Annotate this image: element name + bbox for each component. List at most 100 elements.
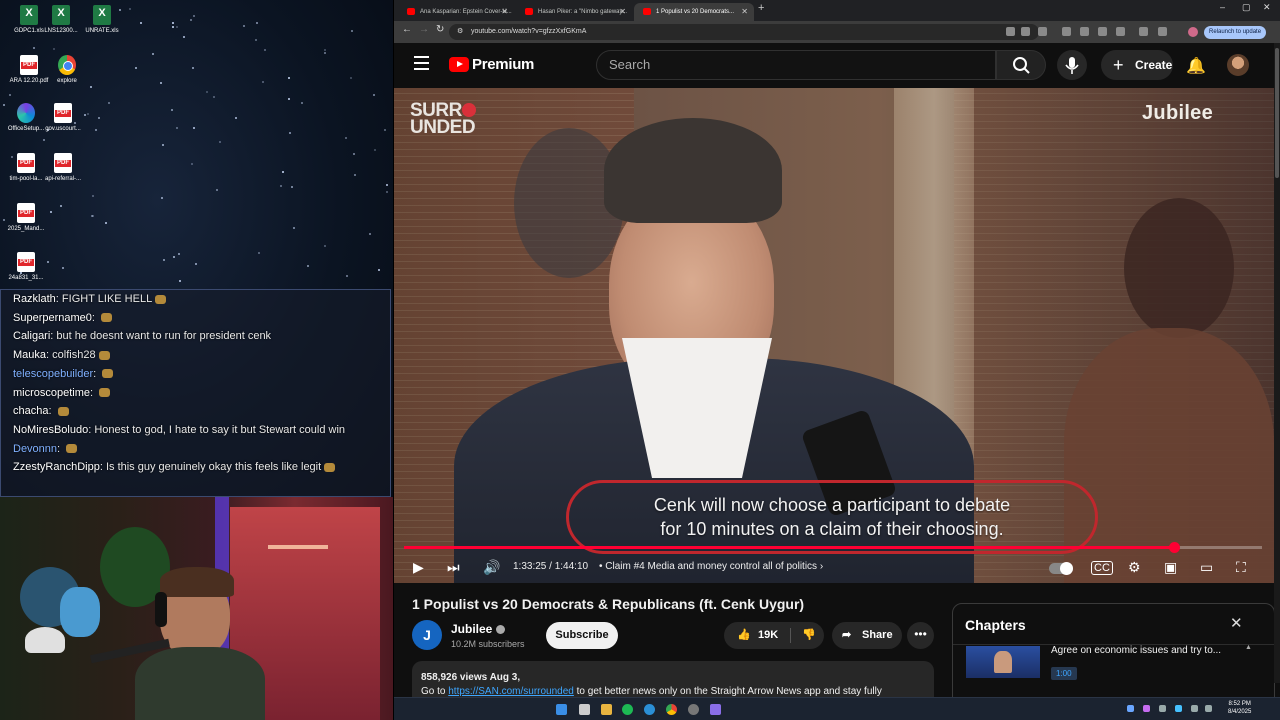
page-scrollbar[interactable] (1274, 43, 1280, 683)
like-thumbs-up-icon[interactable]: 👍 (737, 622, 751, 649)
channel-avatar[interactable]: J (412, 620, 442, 650)
chat-username[interactable]: ZzestyRanchDipp (13, 461, 100, 473)
star-decoration (194, 262, 197, 265)
search-button[interactable] (996, 50, 1046, 80)
desktop-icon-pdf[interactable]: api-referral-... (39, 153, 87, 183)
zoom-icon[interactable] (1021, 27, 1030, 36)
chapter-timestamp[interactable]: 1:00 (1051, 667, 1077, 680)
theater-mode-icon[interactable]: ▭ (1200, 559, 1213, 576)
star-decoration (172, 25, 175, 28)
tab-populist-video[interactable]: 1 Populist vs 20 Democrats... ✕ (634, 3, 754, 21)
youtube-logo-icon[interactable] (449, 57, 469, 72)
desktop-icon-pdf[interactable]: gov.uscourt... (39, 103, 87, 133)
chat-message: Razklath: FIGHT LIKE HELL (13, 293, 167, 305)
search-input[interactable]: Search (596, 50, 996, 80)
extension-icon[interactable] (1080, 27, 1089, 36)
tray-icon[interactable] (1159, 705, 1166, 712)
notifications-bell-icon[interactable]: 🔔 (1186, 56, 1206, 76)
chat-username[interactable]: Mauka (13, 349, 46, 361)
site-info-icon[interactable]: ⚙ (457, 24, 463, 40)
star-decoration (89, 85, 92, 88)
new-tab-icon[interactable]: + (758, 2, 764, 14)
volume-icon[interactable]: 🔊 (483, 559, 500, 576)
back-icon[interactable]: ← (402, 24, 412, 35)
tab-ana-kasparian[interactable]: Ana Kasparian: Epstein Cover-U... ✕ (398, 3, 514, 21)
taskbar-clock[interactable]: 8:52 PM 8/4/2025 (1228, 700, 1251, 716)
tab-hasan-piker[interactable]: Hasan Piker: a "Nimbo gateway... ✕ (516, 3, 632, 21)
settings-gear-icon[interactable]: ⚙ (1128, 559, 1141, 576)
relaunch-button[interactable]: Relaunch to update (1204, 26, 1267, 39)
desktop-icon-pdf[interactable]: 24a831_31... (2, 252, 50, 282)
volume-tray-icon[interactable] (1205, 705, 1212, 712)
voice-search-button[interactable] (1057, 50, 1087, 80)
forward-icon[interactable]: → (419, 24, 429, 35)
chat-username[interactable]: Razklath (13, 293, 56, 305)
miniplayer-icon[interactable]: ▣ (1164, 559, 1177, 576)
more-actions-icon[interactable]: ••• (907, 622, 934, 649)
chat-username[interactable]: chacha (13, 405, 48, 417)
address-bar[interactable]: ⚙ youtube.com/watch?v=gfzzXxfGKmA (449, 24, 1039, 40)
description-link[interactable]: https://SAN.com/surrounded (448, 686, 574, 697)
profile-avatar[interactable] (1188, 27, 1198, 37)
desktop-icon-xls[interactable]: UNRATE.xls (78, 5, 126, 35)
desktop-icon-chrome[interactable]: explore (43, 55, 91, 85)
play-icon[interactable]: ▶ (413, 559, 424, 576)
side-panel-icon[interactable] (1158, 27, 1167, 36)
seek-handle[interactable] (1168, 542, 1180, 553)
tray-icon[interactable] (1143, 705, 1150, 712)
seek-bar[interactable] (404, 542, 1262, 553)
chapter-thumbnail[interactable] (966, 646, 1040, 678)
account-avatar[interactable] (1227, 54, 1249, 76)
task-view-icon[interactable] (579, 704, 590, 715)
start-windows-icon[interactable] (556, 704, 567, 715)
app-icon[interactable] (710, 704, 721, 715)
chat-username[interactable]: Devonnn (13, 443, 57, 455)
chat-username[interactable]: Caligari (13, 330, 50, 342)
hamburger-menu-icon[interactable] (414, 56, 429, 74)
close-tab-icon[interactable]: ✕ (619, 3, 626, 21)
extension-icon[interactable] (1062, 27, 1071, 36)
close-tab-icon[interactable]: ✕ (741, 3, 748, 21)
chat-username[interactable]: Superpername0 (13, 312, 92, 324)
pdf-file-icon (17, 153, 35, 173)
close-tab-icon[interactable]: ✕ (501, 3, 508, 21)
desktop-icon-pdf[interactable]: 2025_Mand... (2, 203, 50, 233)
close-icon[interactable]: ✕ (1230, 614, 1243, 632)
captions-icon[interactable]: CC (1091, 561, 1113, 575)
maximize-icon[interactable]: ▢ (1242, 2, 1251, 13)
autoplay-toggle[interactable] (1049, 562, 1073, 575)
screen: GDPC1.xlsLNS12300...UNRATE.xlsARA 12.20.… (0, 0, 1280, 720)
file-explorer-icon[interactable] (601, 704, 612, 715)
tray-icon[interactable] (1127, 705, 1134, 712)
downloads-icon[interactable] (1139, 27, 1148, 36)
subscribe-button[interactable]: Subscribe (546, 622, 618, 649)
next-icon[interactable]: ⏭ (447, 559, 460, 576)
channel-name[interactable]: Jubilee (451, 622, 506, 636)
bookmark-star-icon[interactable] (1038, 27, 1047, 36)
extension-icon[interactable] (1098, 27, 1107, 36)
chat-username[interactable]: NoMiresBoludo (13, 424, 88, 436)
edge-icon[interactable] (644, 704, 655, 715)
minimize-icon[interactable]: – (1220, 2, 1225, 12)
chat-username[interactable]: telescopebuilder (13, 368, 93, 380)
dislike-thumbs-down-icon[interactable]: 👎 (802, 622, 816, 649)
create-button[interactable]: + Create (1101, 50, 1173, 80)
chapter-title[interactable]: Agree on economic issues and try to... (1051, 645, 1221, 656)
chrome-icon[interactable] (666, 704, 677, 715)
video-player[interactable]: SURR UNDED Jubilee Cenk will now choose a… (394, 88, 1274, 583)
scroll-up-icon[interactable]: ▲ (1245, 644, 1252, 651)
tray-icon[interactable] (1175, 705, 1182, 712)
reload-icon[interactable]: ↻ (436, 24, 444, 35)
chapter-title-link[interactable]: • Claim #4 Media and money control all o… (599, 561, 823, 572)
close-window-icon[interactable]: ✕ (1263, 2, 1271, 13)
share-button[interactable]: ➦ Share (832, 622, 902, 649)
spotify-icon[interactable] (622, 704, 633, 715)
fullscreen-icon[interactable]: ⛶ (1236, 559, 1246, 576)
like-count[interactable]: 19K (758, 622, 778, 649)
install-icon[interactable] (1006, 27, 1015, 36)
obs-icon[interactable] (688, 704, 699, 715)
youtube-premium-wordmark[interactable]: Premium (472, 56, 534, 73)
chat-username[interactable]: microscopetime (13, 387, 90, 399)
extensions-puzzle-icon[interactable] (1116, 27, 1125, 36)
wifi-icon[interactable] (1191, 705, 1198, 712)
